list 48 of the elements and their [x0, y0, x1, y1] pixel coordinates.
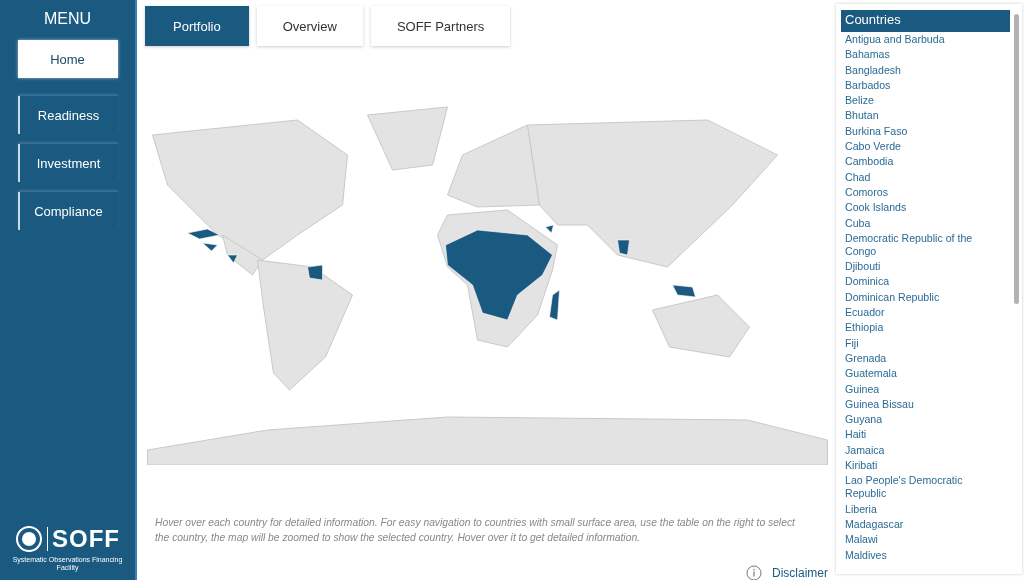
list-header: Countries [841, 10, 1010, 32]
country-item[interactable]: Ethiopia [841, 320, 1010, 336]
tab[interactable]: Overview [256, 6, 363, 46]
country-item[interactable]: Guyana [841, 412, 1010, 428]
tab[interactable]: SOFF Partners [370, 6, 511, 46]
nav-button[interactable]: Home [17, 40, 118, 78]
nav-button[interactable]: Compliance [17, 192, 118, 230]
country-item[interactable]: Madagascar [841, 516, 1010, 533]
country-item[interactable]: Comoros [841, 184, 1010, 201]
hint-text: Hover over each country for detailed information. For easy navigation to countries with small surface area, use the table on the right to select the country, the map will be zoomed to show the selected country. Hover over it to get detailed information. [155, 516, 796, 545]
logo-text: SOFF [52, 527, 120, 551]
menu-title: MENU [43, 10, 92, 28]
tab[interactable]: Portfolio [145, 6, 249, 46]
country-item[interactable]: Bhutan [841, 108, 1010, 124]
country-item[interactable]: Grenada [841, 350, 1010, 367]
country-item[interactable]: Kiribati [841, 458, 1010, 474]
info-icon[interactable] [746, 565, 762, 580]
disclaimer-link[interactable]: Disclaimer [772, 566, 828, 580]
country-item[interactable]: Maldives [841, 547, 1010, 563]
country-item[interactable]: Bangladesh [841, 62, 1010, 78]
country-item[interactable]: Guinea Bissau [841, 396, 1010, 413]
country-item[interactable]: Malawi [841, 532, 1010, 548]
emblem-icon [15, 525, 43, 553]
nav-button[interactable]: Readiness [17, 96, 118, 134]
country-item[interactable]: Barbados [841, 77, 1010, 94]
nav-button[interactable]: Investment [17, 144, 118, 182]
country-item[interactable]: Belize [841, 93, 1010, 109]
country-item[interactable]: Lao People's Democratic Republic [841, 473, 1010, 502]
country-item[interactable]: Fiji [841, 335, 1010, 351]
country-item[interactable]: Cabo Verde [841, 139, 1010, 155]
country-item[interactable]: Ecuador [841, 305, 1010, 321]
country-item[interactable]: Liberia [841, 501, 1010, 517]
scrollbar[interactable] [1014, 14, 1019, 304]
country-item[interactable]: Jamaica [841, 442, 1010, 458]
country-item[interactable]: Chad [841, 169, 1010, 185]
country-item[interactable]: Dominican Republic [841, 289, 1010, 306]
country-item[interactable]: Bahamas [841, 47, 1010, 63]
country-item[interactable]: Guinea [841, 381, 1010, 397]
country-item[interactable]: Haiti [841, 427, 1010, 443]
country-item[interactable]: Dominica [841, 274, 1010, 290]
country-item[interactable]: Cambodia [841, 154, 1010, 170]
country-item[interactable]: Djibouti [841, 259, 1010, 275]
country-item[interactable]: Guatemala [841, 366, 1010, 382]
country-item[interactable]: Democratic Republic of the Congo [841, 230, 1010, 260]
country-item[interactable]: Cook Islands [841, 200, 1010, 216]
country-item[interactable]: Burkina Faso [841, 123, 1010, 140]
country-item[interactable]: Antigua and Barbuda [841, 32, 1010, 48]
country-item[interactable]: Cuba [841, 215, 1010, 231]
